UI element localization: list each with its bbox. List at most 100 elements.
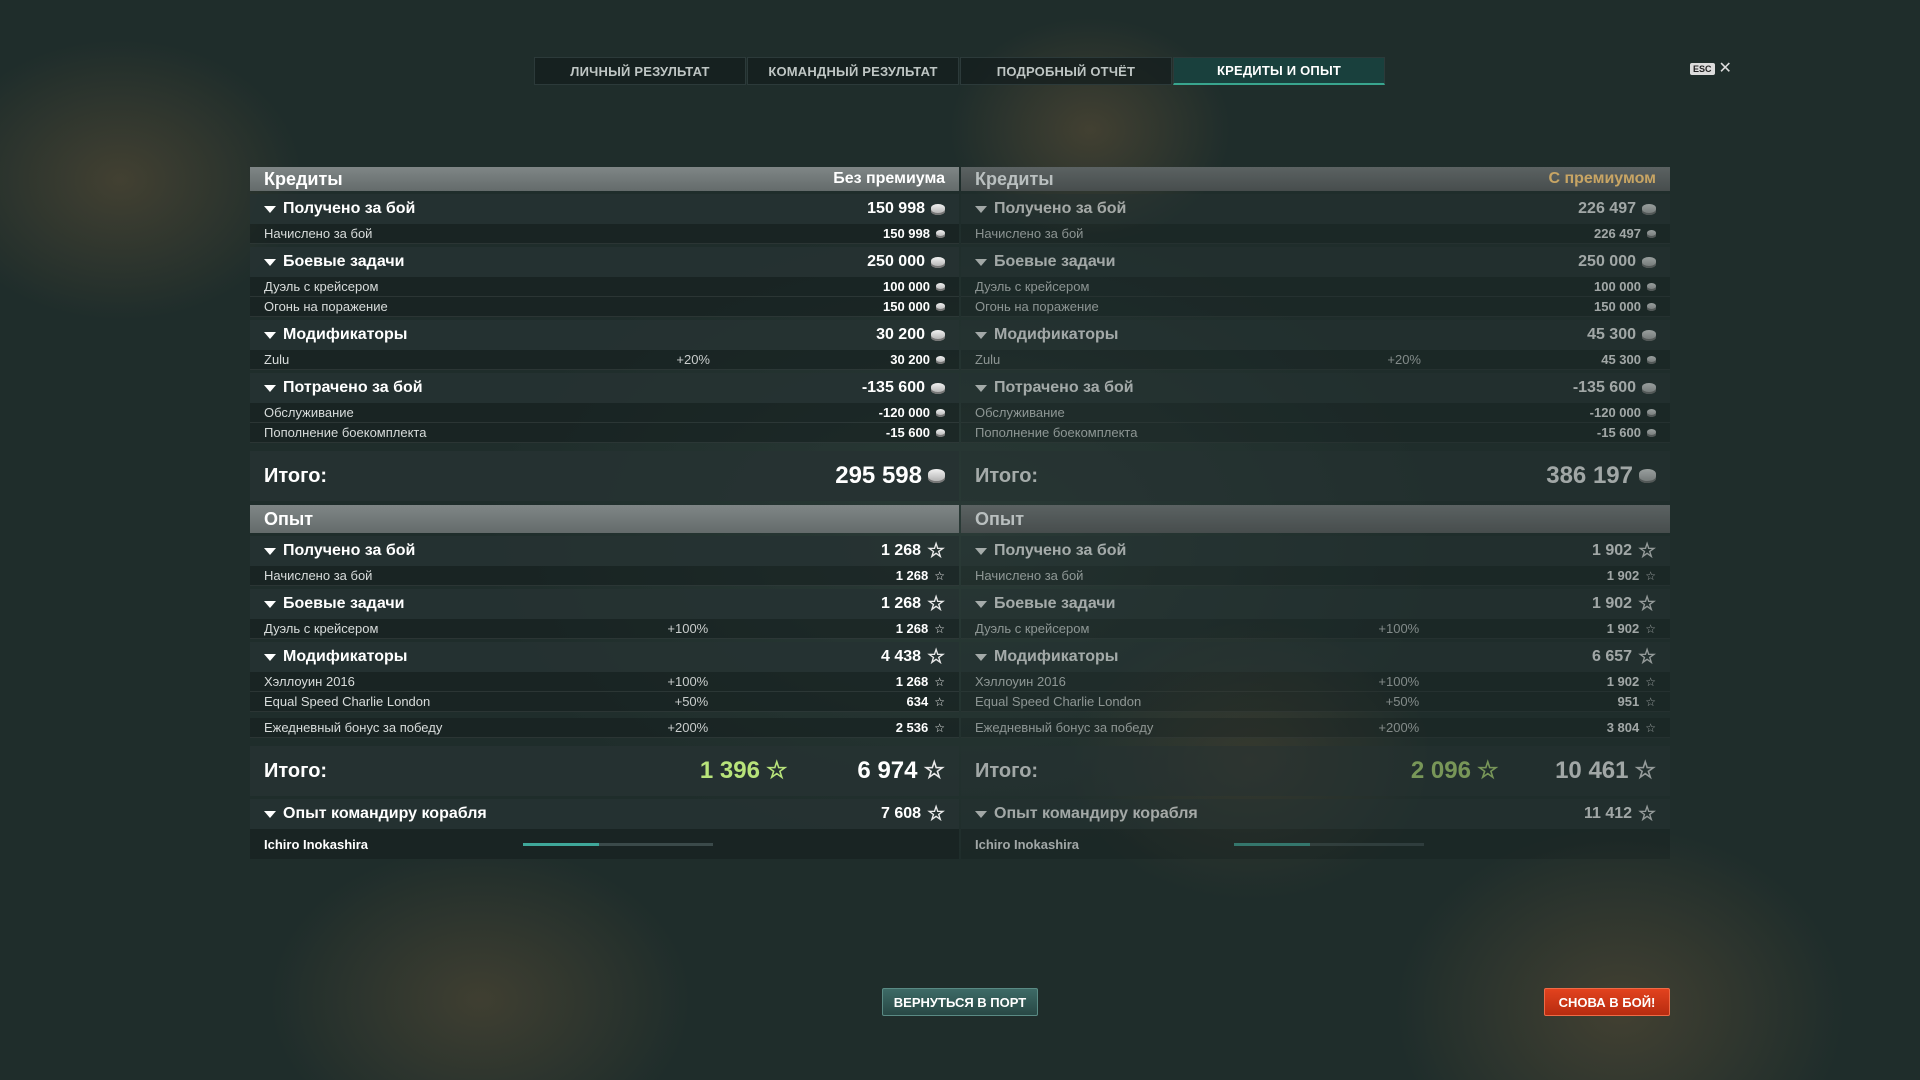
- tab-personal-result[interactable]: ЛИЧНЫЙ РЕЗУЛЬТАТ: [534, 57, 746, 85]
- section-xp-earned[interactable]: Получено за бой 1 268 ☆: [250, 536, 959, 566]
- star-icon: ☆: [934, 694, 945, 709]
- credits-icon: [1642, 329, 1656, 341]
- section-value: 1 268: [881, 595, 922, 612]
- item-percent: +200%: [1378, 720, 1420, 735]
- credits-total: Итого: 295 598: [250, 451, 959, 501]
- section-value: 1 902: [1592, 542, 1633, 559]
- commander-xp-bar: [523, 842, 714, 846]
- item-value: 150 000: [1594, 299, 1641, 314]
- total-value: 386 197: [1546, 462, 1633, 489]
- item-label: Ежедневный бонус за победу: [975, 720, 1154, 735]
- commander-name: Ichiro Inokashira: [975, 836, 1080, 852]
- close-button[interactable]: ESC ✕: [1690, 60, 1732, 77]
- commander-xp-fill: [1234, 842, 1311, 846]
- xp-total: Итого: 1 396 ☆ 6 974 ☆: [250, 746, 959, 796]
- list-item: Пополнение боекомплекта -15 600: [250, 423, 959, 443]
- credits-icon: [1642, 382, 1656, 394]
- total-value: 10 461: [1555, 757, 1629, 784]
- item-label: Дуэль с крейсером: [975, 621, 1090, 636]
- item-label: Ежедневный бонус за победу: [264, 720, 443, 735]
- item-label: Обслуживание: [975, 405, 1065, 420]
- section-xp-earned[interactable]: Получено за бой 1 902 ☆: [961, 536, 1670, 566]
- section-label: Боевые задачи: [994, 253, 1116, 270]
- item-value: 100 000: [883, 279, 930, 294]
- total-value: 295 598: [835, 462, 922, 489]
- tab-team-result[interactable]: КОМАНДНЫЙ РЕЗУЛЬТАТ: [747, 57, 959, 85]
- section-value: 226 497: [1578, 200, 1636, 217]
- star-icon: ☆: [1638, 803, 1656, 825]
- credits-icon: [1647, 282, 1656, 291]
- credits-title: Кредиты: [264, 168, 343, 189]
- section-xp-modifiers[interactable]: Модификаторы 6 657 ☆: [961, 642, 1670, 672]
- item-label: Начислено за бой: [975, 226, 1084, 241]
- section-missions[interactable]: Боевые задачи 250 000: [250, 247, 959, 277]
- section-modifiers[interactable]: Модификаторы 30 200: [250, 320, 959, 350]
- section-xp-modifiers[interactable]: Модификаторы 4 438 ☆: [250, 642, 959, 672]
- item-value: 1 902: [1606, 674, 1640, 689]
- item-value: -15 600: [1596, 425, 1641, 440]
- section-label: Потрачено за бой: [994, 379, 1134, 396]
- credits-icon: [1647, 355, 1656, 364]
- section-commander-xp[interactable]: Опыт командиру корабля 7 608 ☆: [250, 799, 959, 829]
- tab-detailed-report[interactable]: ПОДРОБНЫЙ ОТЧЁТ: [960, 57, 1172, 85]
- section-label: Получено за бой: [283, 542, 416, 559]
- item-value: 150 000: [883, 299, 930, 314]
- credits-icon: [1639, 469, 1656, 483]
- return-to-port-button[interactable]: ВЕРНУТЬСЯ В ПОРТ: [882, 988, 1038, 1016]
- credits-icon: [936, 229, 945, 238]
- collapse-icon: [264, 258, 276, 266]
- item-percent: +100%: [667, 674, 709, 689]
- section-xp-missions[interactable]: Боевые задачи 1 902 ☆: [961, 589, 1670, 619]
- section-earned[interactable]: Получено за бой 226 497: [961, 194, 1670, 224]
- credits-subtitle: Без премиума: [833, 170, 945, 187]
- star-icon: ☆: [923, 757, 945, 784]
- section-value: 11 412: [1584, 805, 1633, 822]
- list-item: Дуэль с крейсером 100 000: [961, 277, 1670, 297]
- xp-total: Итого: 2 096 ☆ 10 461 ☆: [961, 746, 1670, 796]
- item-value: -120 000: [878, 405, 930, 420]
- list-item: Обслуживание -120 000: [961, 403, 1670, 423]
- star-icon: ☆: [1645, 674, 1656, 689]
- commander-row: Ichiro Inokashira: [961, 829, 1670, 859]
- section-label: Получено за бой: [283, 200, 416, 217]
- collapse-icon: [264, 205, 276, 213]
- item-value: 1 268: [895, 674, 929, 689]
- credits-icon: [1642, 203, 1656, 215]
- section-spent[interactable]: Потрачено за бой -135 600: [250, 373, 959, 403]
- item-label: Пополнение боекомплекта: [975, 425, 1138, 440]
- star-icon: ☆: [1645, 720, 1656, 735]
- credits-icon: [931, 256, 945, 268]
- item-value: 2 536: [895, 720, 929, 735]
- item-label: Начислено за бой: [264, 226, 373, 241]
- close-icon: ✕: [1718, 60, 1732, 77]
- credits-icon: [1647, 428, 1656, 437]
- section-earned[interactable]: Получено за бой 150 998: [250, 194, 959, 224]
- star-icon: ☆: [934, 674, 945, 689]
- list-item: Хэллоуин 2016 +100% 1 902 ☆: [961, 672, 1670, 692]
- free-xp-value: 1 396: [699, 757, 760, 784]
- section-missions[interactable]: Боевые задачи 250 000: [961, 247, 1670, 277]
- item-percent: +20%: [1387, 352, 1421, 367]
- section-value: 250 000: [1578, 253, 1636, 270]
- credits-icon: [1647, 302, 1656, 311]
- battle-again-button[interactable]: СНОВА В БОЙ!: [1544, 988, 1670, 1016]
- panel-no-premium: Кредиты Без премиума Получено за бой 150…: [250, 167, 959, 859]
- section-spent[interactable]: Потрачено за бой -135 600: [961, 373, 1670, 403]
- credits-icon: [936, 428, 945, 437]
- section-modifiers[interactable]: Модификаторы 45 300: [961, 320, 1670, 350]
- collapse-icon: [975, 600, 987, 608]
- item-label: Zulu: [264, 352, 290, 367]
- item-label: Дуэль с крейсером: [264, 621, 379, 636]
- credits-icon: [1647, 229, 1656, 238]
- collapse-icon: [975, 331, 987, 339]
- tab-credits-and-xp[interactable]: КРЕДИТЫ И ОПЫТ: [1173, 57, 1385, 85]
- item-percent: +100%: [1378, 621, 1420, 636]
- section-label: Модификаторы: [994, 648, 1119, 665]
- star-icon: ☆: [927, 593, 945, 615]
- collapse-icon: [975, 258, 987, 266]
- section-commander-xp[interactable]: Опыт командиру корабля 11 412 ☆: [961, 799, 1670, 829]
- collapse-icon: [975, 384, 987, 392]
- item-label: Обслуживание: [264, 405, 354, 420]
- section-value: 4 438: [881, 648, 922, 665]
- section-xp-missions[interactable]: Боевые задачи 1 268 ☆: [250, 589, 959, 619]
